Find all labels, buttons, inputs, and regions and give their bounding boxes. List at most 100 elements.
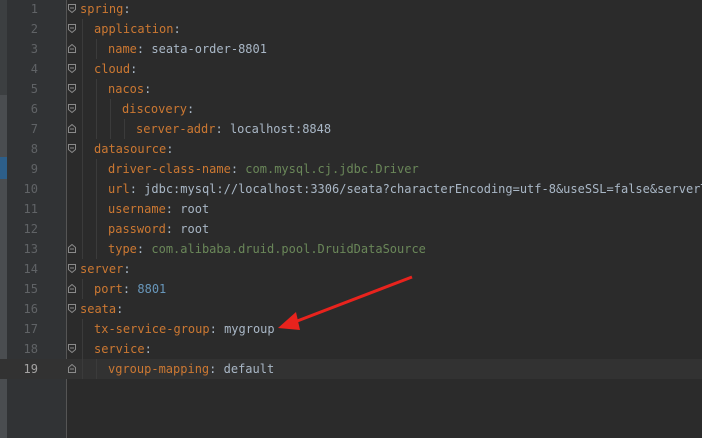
indent-guide bbox=[110, 119, 111, 139]
code-line[interactable]: 12 password: root bbox=[0, 219, 702, 239]
yaml-colon: : bbox=[116, 302, 124, 316]
fold-open-icon[interactable] bbox=[68, 344, 76, 353]
yaml-entry: cloud: bbox=[94, 59, 137, 79]
code-line[interactable]: 14 server: bbox=[0, 259, 702, 279]
code-line[interactable]: 16 seata: bbox=[0, 299, 702, 319]
yaml-key: type bbox=[108, 242, 137, 256]
indent-guide bbox=[82, 19, 83, 39]
indent-guide bbox=[96, 219, 97, 239]
yaml-colon: : bbox=[166, 142, 174, 156]
yaml-entry: tx-service-group: mygroup bbox=[94, 319, 275, 339]
yaml-colon: : bbox=[122, 282, 131, 296]
yaml-key: server bbox=[80, 262, 124, 276]
yaml-value: default bbox=[223, 362, 275, 376]
line-number: 15 bbox=[23, 282, 38, 296]
code-line[interactable]: 2 application: bbox=[0, 19, 702, 39]
code-editor[interactable]: 1 spring: 2 application: 3 name: seata-order-… bbox=[0, 0, 702, 379]
fold-open-icon[interactable] bbox=[68, 304, 76, 313]
indent-guide bbox=[82, 79, 83, 99]
code-line[interactable]: 8 datasource: bbox=[0, 139, 702, 159]
fold-open-icon[interactable] bbox=[68, 24, 76, 33]
code-line[interactable]: 1 spring: bbox=[0, 0, 702, 19]
yaml-colon: : bbox=[123, 262, 131, 276]
indent-guide bbox=[82, 99, 83, 119]
indent-guide bbox=[96, 159, 97, 179]
yaml-colon: : bbox=[165, 222, 174, 236]
line-number: 6 bbox=[30, 102, 38, 116]
yaml-key: cloud bbox=[94, 62, 131, 76]
indent-guide bbox=[96, 39, 97, 59]
fold-open-icon[interactable] bbox=[68, 84, 76, 93]
yaml-colon: : bbox=[136, 42, 145, 56]
yaml-entry: discovery: bbox=[122, 99, 194, 119]
indent-guide bbox=[82, 279, 83, 299]
code-line[interactable]: 17 tx-service-group: mygroup bbox=[0, 319, 702, 339]
indent-guide bbox=[82, 359, 83, 379]
code-line[interactable]: 19 vgroup-mapping: default bbox=[0, 359, 702, 379]
code-line[interactable]: 6 discovery: bbox=[0, 99, 702, 119]
code-line[interactable]: 4 cloud: bbox=[0, 59, 702, 79]
yaml-entry: name: seata-order-8801 bbox=[108, 39, 267, 59]
line-number: 13 bbox=[23, 242, 38, 256]
yaml-key: discovery bbox=[122, 102, 188, 116]
indent-guide bbox=[82, 339, 83, 359]
code-line[interactable]: 10 url: jdbc:mysql://localhost:3306/seata… bbox=[0, 179, 702, 199]
line-number: 14 bbox=[23, 262, 38, 276]
fold-open-icon[interactable] bbox=[68, 4, 76, 13]
yaml-entry: spring: bbox=[80, 0, 131, 19]
code-line[interactable]: 5 nacos: bbox=[0, 79, 702, 99]
fold-open-icon[interactable] bbox=[68, 104, 76, 113]
yaml-key: username bbox=[108, 202, 166, 216]
yaml-key: spring bbox=[80, 2, 124, 16]
code-line[interactable]: 3 name: seata-order-8801 bbox=[0, 39, 702, 59]
code-line[interactable]: 7 server-addr: localhost:8848 bbox=[0, 119, 702, 139]
yaml-value: jdbc:mysql://localhost:3306/seata?charac… bbox=[144, 182, 702, 196]
yaml-value: localhost:8848 bbox=[229, 122, 332, 136]
indent-guide bbox=[96, 119, 97, 139]
fold-end-icon[interactable] bbox=[68, 364, 76, 373]
indent-guide bbox=[82, 199, 83, 219]
fold-end-icon[interactable] bbox=[68, 284, 76, 293]
fold-open-icon[interactable] bbox=[68, 64, 76, 73]
yaml-key: seata bbox=[80, 302, 117, 316]
indent-guide bbox=[96, 79, 97, 99]
indent-guide bbox=[96, 179, 97, 199]
yaml-colon: : bbox=[165, 202, 174, 216]
fold-end-icon[interactable] bbox=[68, 244, 76, 253]
yaml-entry: service: bbox=[94, 339, 152, 359]
yaml-key: datasource bbox=[94, 142, 167, 156]
line-number: 11 bbox=[23, 202, 38, 216]
indent-guide bbox=[110, 99, 111, 119]
yaml-entry: vgroup-mapping: default bbox=[108, 359, 274, 379]
line-number: 19 bbox=[23, 362, 38, 376]
yaml-entry: seata: bbox=[80, 299, 123, 319]
line-number: 18 bbox=[23, 342, 38, 356]
yaml-entry: url: jdbc:mysql://localhost:3306/seata?c… bbox=[108, 179, 702, 199]
fold-open-icon[interactable] bbox=[68, 144, 76, 153]
fold-end-icon[interactable] bbox=[68, 124, 76, 133]
line-number: 3 bbox=[30, 42, 38, 56]
line-number: 12 bbox=[23, 222, 38, 236]
code-line[interactable]: 9 driver-class-name: com.mysql.cj.jdbc.Dr… bbox=[0, 159, 702, 179]
yaml-entry: application: bbox=[94, 19, 181, 39]
line-number: 9 bbox=[30, 162, 38, 176]
yaml-colon: : bbox=[144, 342, 152, 356]
fold-end-icon[interactable] bbox=[68, 44, 76, 53]
fold-open-icon[interactable] bbox=[68, 264, 76, 273]
yaml-key: password bbox=[108, 222, 166, 236]
code-line[interactable]: 11 username: root bbox=[0, 199, 702, 219]
yaml-key: server-addr bbox=[136, 122, 216, 136]
indent-guide bbox=[96, 99, 97, 119]
code-line[interactable]: 18 service: bbox=[0, 339, 702, 359]
yaml-entry: port: 8801 bbox=[94, 279, 166, 299]
indent-guide bbox=[96, 199, 97, 219]
line-number: 7 bbox=[30, 122, 38, 136]
code-line[interactable]: 15 port: 8801 bbox=[0, 279, 702, 299]
yaml-colon: : bbox=[144, 82, 152, 96]
code-line[interactable]: 13 type: com.alibaba.druid.pool.DruidData… bbox=[0, 239, 702, 259]
indent-guide bbox=[82, 139, 83, 159]
yaml-key: nacos bbox=[108, 82, 145, 96]
yaml-key: port bbox=[94, 282, 123, 296]
yaml-value: com.mysql.cj.jdbc.Driver bbox=[245, 162, 419, 176]
yaml-value: mygroup bbox=[224, 322, 275, 336]
